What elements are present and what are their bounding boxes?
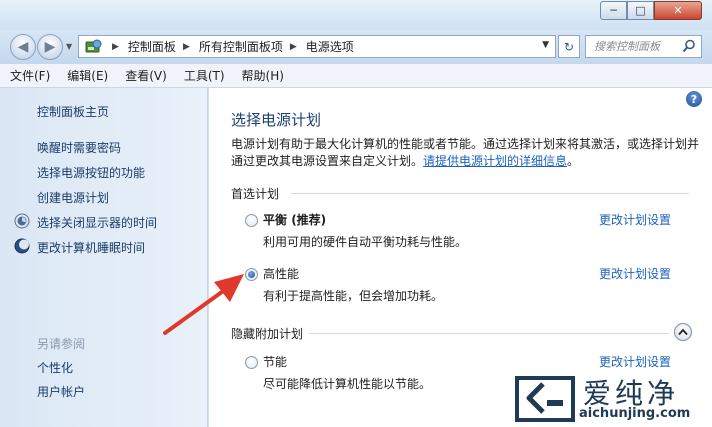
plan-description: 尽可能降低计算机性能以节能。 [263,377,432,391]
watermark-logo-icon [515,376,575,422]
plan-name-high-performance[interactable]: 高性能 [263,265,299,282]
minimize-button[interactable]: ─ [600,1,627,20]
address-bar[interactable]: ▶ 控制面板 ▶ 所有控制面板项 ▶ 电源选项 ▼ [78,35,556,58]
menu-edit[interactable]: 编辑(E) [67,67,108,84]
recent-pages-dropdown-icon[interactable]: ▼ [66,42,72,51]
plan-details-link[interactable]: 请提供电源计划的详细信息 [423,154,567,168]
menu-file[interactable]: 文件(F) [10,67,50,84]
back-button[interactable]: ◀ [10,34,36,60]
menu-bar: 文件(F) 编辑(E) 查看(V) 工具(T) 帮助(H) [0,64,712,88]
section-divider [309,333,669,334]
breadcrumb-separator-icon[interactable]: ▶ [183,42,190,52]
watermark: 爱纯净 aichunjing.com [511,372,712,427]
preferred-plans-heading: 首选计划 [231,187,280,201]
moon-icon [14,238,30,254]
close-button[interactable]: ✕ [654,1,702,20]
chevron-up-icon [678,328,688,336]
plan-name-power-saver[interactable]: 节能 [263,353,287,370]
sidebar-item-wake-password[interactable]: 唤醒时需要密码 [37,139,121,156]
breadcrumb-separator-icon[interactable]: ▶ [112,42,119,52]
description-end: 。 [567,154,580,168]
see-also-heading: 另请参阅 [37,337,86,351]
section-divider [291,193,689,194]
task-pane: 控制面板主页 唤醒时需要密码 选择电源按钮的功能 创建电源计划 选择关闭显示器的… [0,88,208,427]
forward-button[interactable]: ▶ [37,34,63,60]
search-input[interactable] [594,40,678,53]
see-also-personalization-link[interactable]: 个性化 [37,359,73,376]
search-box[interactable] [585,35,702,58]
breadcrumb-power-options[interactable]: 电源选项 [306,38,354,55]
navigation-bar: ◀ ▶ ▼ ▶ 控制面板 ▶ 所有控制面板项 ▶ 电源选项 ▼ ↻ [0,30,712,64]
plan-tag-text: (推荐) [287,213,327,227]
plan-name-balanced[interactable]: 平衡 (推荐) [263,211,326,228]
back-arrow-icon: ◀ [17,39,29,55]
change-plan-settings-link[interactable]: 更改计划设置 [599,353,671,370]
plan-description: 有利于提高性能，但会增加功耗。 [263,289,444,303]
refresh-icon: ↻ [563,39,575,54]
sidebar-item-power-buttons[interactable]: 选择电源按钮的功能 [37,164,145,181]
control-panel-home-link[interactable]: 控制面板主页 [37,103,109,120]
control-panel-icon [83,38,105,56]
sidebar-item-display-off[interactable]: 选择关闭显示器的时间 [37,214,157,231]
radio-high-performance[interactable] [245,268,258,281]
plan-description: 利用可用的硬件自动平衡功耗与性能。 [263,235,468,249]
page-description: 电源计划有助于最大化计算机的性能或者节能。通过选择计划来将其激活，或选择计划并通… [231,136,701,170]
menu-tools[interactable]: 工具(T) [184,67,225,84]
maximize-button[interactable]: □ [627,1,654,20]
change-plan-settings-link[interactable]: 更改计划设置 [599,211,671,228]
radio-balanced[interactable] [245,214,258,227]
menu-help[interactable]: 帮助(H) [242,67,284,84]
breadcrumb-separator-icon[interactable]: ▶ [290,42,297,52]
monitor-icon [14,213,30,229]
plan-name-text: 平衡 [263,213,288,227]
sidebar-item-create-plan[interactable]: 创建电源计划 [37,189,109,206]
collapse-button[interactable] [674,323,692,341]
hidden-plans-heading[interactable]: 隐藏附加计划 [231,325,303,342]
sidebar-item-sleep-time[interactable]: 更改计算机睡眠时间 [37,239,145,256]
title-bar: ─ □ ✕ [0,0,712,30]
forward-arrow-icon: ▶ [44,39,56,55]
breadcrumb-all-items[interactable]: 所有控制面板项 [199,38,283,55]
see-also-user-accounts-link[interactable]: 用户帐户 [37,383,85,400]
watermark-url: aichunjing.com [579,406,691,421]
address-dropdown-icon[interactable]: ▼ [542,40,549,50]
menu-view[interactable]: 查看(V) [125,67,167,84]
help-icon[interactable]: ? [686,91,702,107]
refresh-button[interactable]: ↻ [558,35,580,58]
page-title: 选择电源计划 [231,111,322,129]
breadcrumb-control-panel[interactable]: 控制面板 [128,38,176,55]
radio-power-saver[interactable] [245,356,258,369]
search-icon[interactable] [682,39,696,53]
change-plan-settings-link[interactable]: 更改计划设置 [599,265,671,282]
